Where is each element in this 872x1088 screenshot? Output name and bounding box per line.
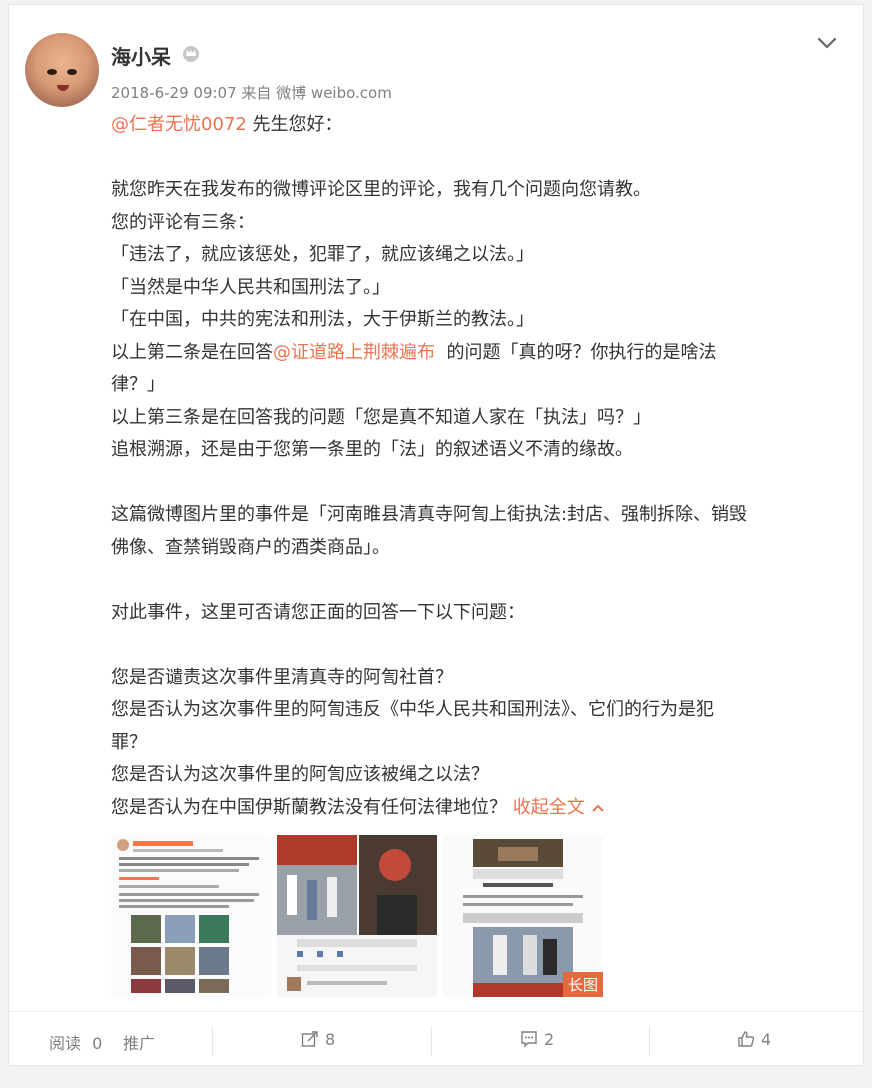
post-line: 以上第三条是在回答我的问题「您是真不知道人家在「执法」吗？」 xyxy=(111,402,851,435)
post-line: 这篇微博图片里的事件是「河南睢县清真寺阿訇上街执法:封店、强制拆除、销毁 xyxy=(111,499,851,532)
line-text: 佛像、查禁销毁商户的酒类商品」。 xyxy=(111,536,390,558)
line-text: 就您昨天在我发布的微博评论区里的评论，我有几个问题向您请教。 xyxy=(111,179,651,200)
line-text: 律？」 xyxy=(111,374,165,395)
like-count: 4 xyxy=(761,1030,772,1049)
line-text: 您的评论有三条： xyxy=(111,211,255,233)
like-button[interactable]: 4 xyxy=(737,1030,771,1049)
post-line: 罪？ xyxy=(111,727,851,760)
divider xyxy=(431,1026,432,1056)
comment-button[interactable]: 2 xyxy=(520,1030,554,1049)
line-text: 罪？ xyxy=(111,731,147,753)
divider xyxy=(649,1026,650,1056)
line-text: 「当然是中华人民共和国刑法了。」 xyxy=(111,276,390,298)
line-text: 先生您好： xyxy=(246,114,343,135)
post-line: 「当然是中华人民共和国刑法了。」 xyxy=(111,272,851,305)
comment-icon xyxy=(521,1031,537,1048)
post-footer: 阅读 0 推广 8 2 4 xyxy=(9,1011,863,1068)
crown-icon xyxy=(183,46,199,62)
read-count: 阅读 0 xyxy=(49,1030,102,1054)
post-line: @仁者无忧0072 先生您好： xyxy=(111,109,851,142)
line-text: 您是否认为这次事件里的阿訇应该被绳之以法？ xyxy=(111,764,489,785)
post-meta: 2018-6-29 09:07 来自 微博 weibo.com xyxy=(111,84,392,102)
line-text: 您是否认为在中国伊斯蘭教法没有任何法律地位？ xyxy=(111,796,513,818)
post-line: 以上第二条是在回答@证道路上荆棘遍布 的问题「真的呀？你执行的是啥法 xyxy=(111,337,851,370)
author-name[interactable]: 海小呆 xyxy=(111,41,171,70)
line-text: 对此事件，这里可否请您正面的回答一下以下问题： xyxy=(111,601,525,623)
image-thumbnail[interactable] xyxy=(111,835,271,997)
chevron-up-icon[interactable] xyxy=(591,801,605,815)
long-image-badge: 长图 xyxy=(562,972,603,997)
line-text: 「违法了，就应该惩处，犯罪了，就应该绳之以法。」 xyxy=(111,244,534,265)
image-thumbnail[interactable] xyxy=(277,835,437,997)
share-icon xyxy=(301,1031,318,1047)
line-text: 您是否认为这次事件里的阿訇违反《中华人民共和国刑法》、它们的行为是犯 xyxy=(111,699,714,720)
line-text: 这篇微博图片里的事件是「河南睢县清真寺阿訇上街执法:封店、强制拆除、销毁 xyxy=(111,504,748,525)
line-text: 您是否谴责这次事件里清真寺的阿訇社首？ xyxy=(111,666,453,688)
forward-button[interactable]: 8 xyxy=(301,1030,335,1049)
post-line: 您是否认为这次事件里的阿訇应该被绳之以法？ xyxy=(111,759,851,792)
post-line: 「违法了，就应该惩处，犯罪了，就应该绳之以法。」 xyxy=(111,239,851,272)
line-text: 追根溯源，还是由于您第一条里的「法」的叙述语义不清的缘故。 xyxy=(111,439,633,460)
post-line: 律？」 xyxy=(111,369,851,402)
user-mention-link[interactable]: @仁者无忧0072 xyxy=(111,114,247,135)
thumbs-up-icon xyxy=(738,1031,755,1047)
line-text: 「在中国，中共的宪法和刑法，大于伊斯兰的教法。」 xyxy=(111,309,534,330)
line-text: 的问题「真的呀？你执行的是啥法 xyxy=(435,341,717,363)
post-line: 追根溯源，还是由于您第一条里的「法」的叙述语义不清的缘故。 xyxy=(111,434,851,467)
post-line: 您是否认为在中国伊斯蘭教法没有任何法律地位？ 收起全文 xyxy=(111,792,851,825)
post-line: 对此事件，这里可否请您正面的回答一下以下问题： xyxy=(111,597,851,630)
line-text: 以上第二条是在回答 xyxy=(111,341,273,363)
post-line: 「在中国，中共的宪法和刑法，大于伊斯兰的教法。」 xyxy=(111,304,851,337)
divider xyxy=(212,1026,213,1056)
line-text: 以上第三条是在回答我的问题「您是真不知道人家在「执法」吗？」 xyxy=(111,406,651,428)
post-line: 佛像、查禁销毁商户的酒类商品」。 xyxy=(111,532,851,565)
post-content: @仁者无忧0072 先生您好： 就您昨天在我发布的微博评论区里的评论，我有几个问题… xyxy=(111,109,851,824)
chevron-down-icon[interactable] xyxy=(815,31,839,55)
image-thumbnail[interactable]: 长图 xyxy=(443,835,603,997)
comment-count: 2 xyxy=(544,1030,555,1049)
post-line: 您是否认为这次事件里的阿訇违反《中华人民共和国刑法》、它们的行为是犯 xyxy=(111,694,851,727)
weibo-post-card: 海小呆 2018-6-29 09:07 来自 微博 weibo.com @仁者无… xyxy=(8,4,864,1066)
avatar[interactable] xyxy=(25,33,99,107)
post-line: 就您昨天在我发布的微博评论区里的评论，我有几个问题向您请教。 xyxy=(111,174,851,207)
read-value: 0 xyxy=(92,1034,103,1053)
promote-button[interactable]: 推广 xyxy=(123,1030,155,1054)
post-line: 您是否谴责这次事件里清真寺的阿訇社首？ xyxy=(111,662,851,695)
post-line: 您的评论有三条： xyxy=(111,207,851,240)
forward-count: 8 xyxy=(325,1030,336,1049)
user-mention-link[interactable]: @证道路上荆棘遍布 xyxy=(273,342,435,363)
read-label: 阅读 xyxy=(49,1034,82,1053)
collapse-full-text-link[interactable]: 收起全文 xyxy=(513,797,585,818)
